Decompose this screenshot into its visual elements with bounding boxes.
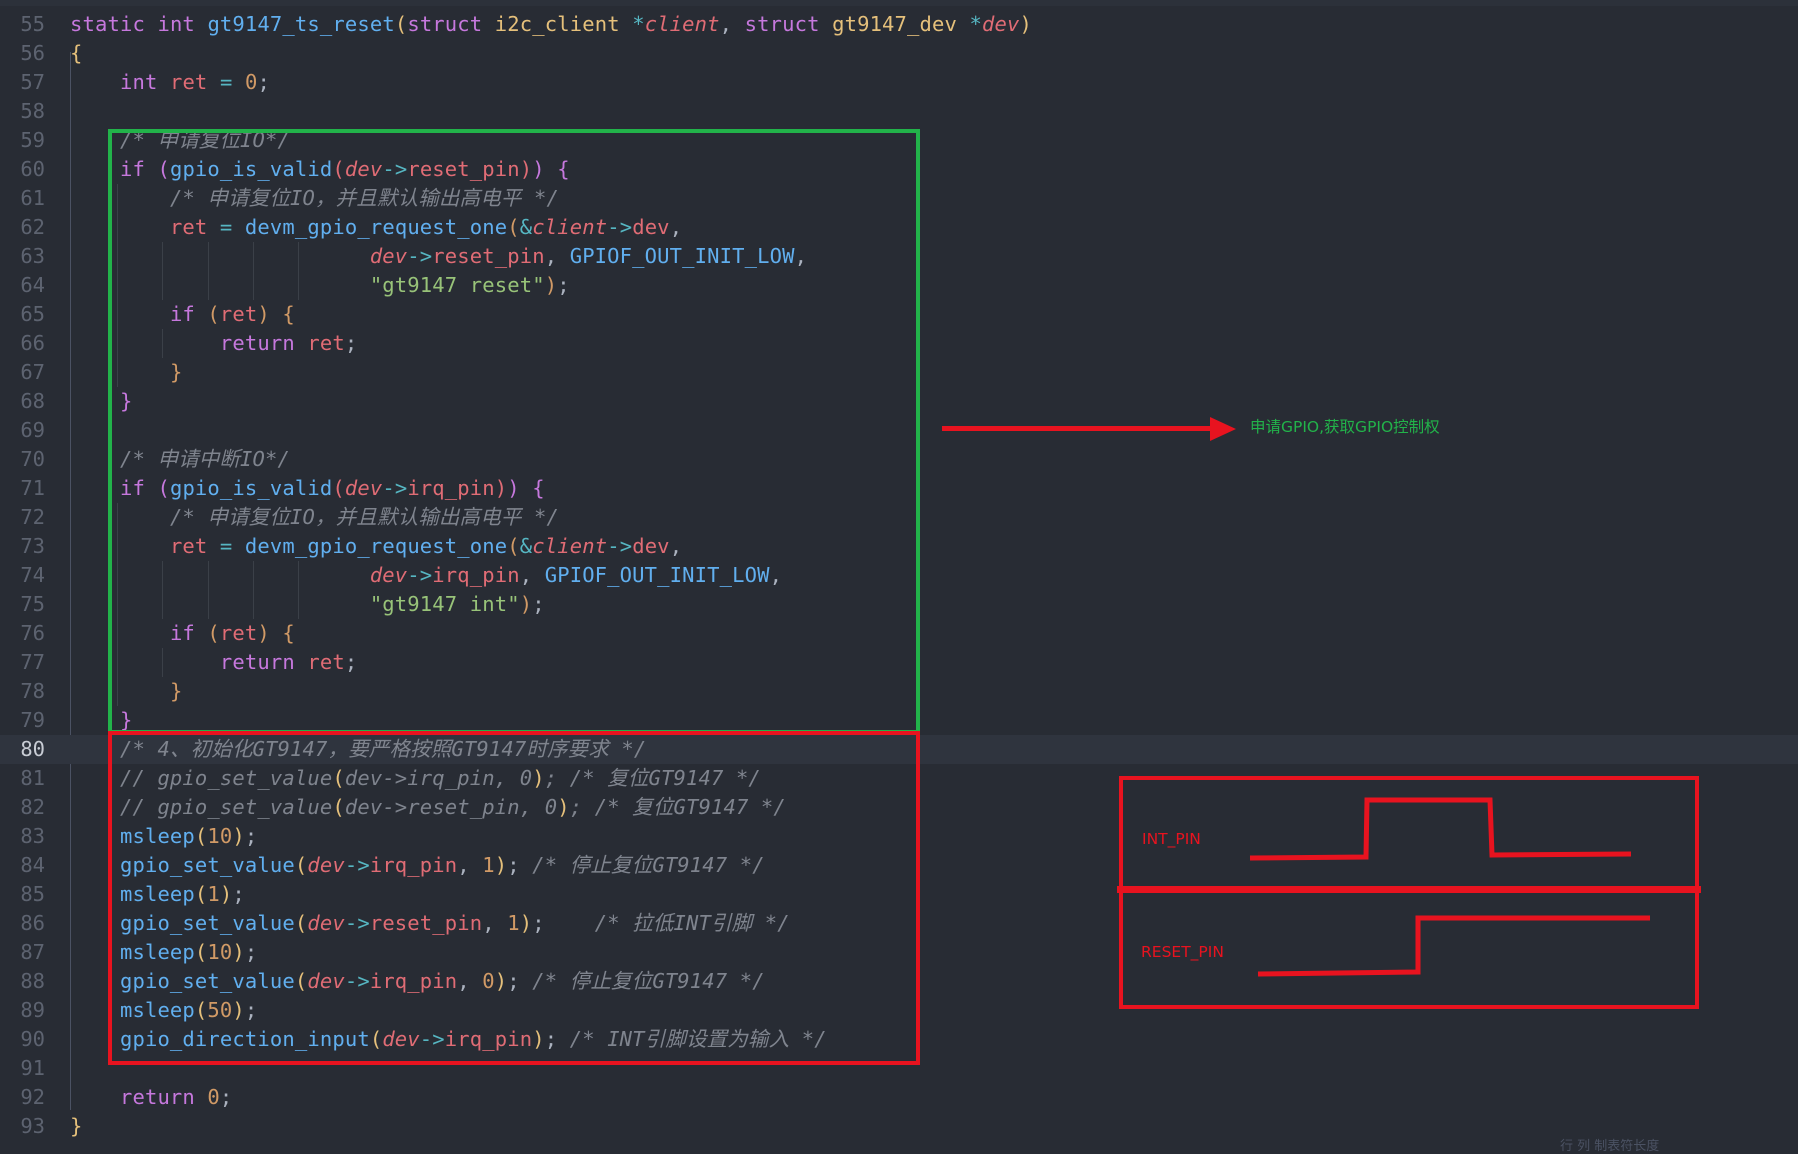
status-bar-fragment: 行 列 制表符长度 [1560, 1139, 1660, 1154]
reset-pin-waveform [1257, 915, 1650, 977]
int-pin-waveform [1249, 797, 1632, 861]
timing-waveforms [1249, 797, 1650, 977]
